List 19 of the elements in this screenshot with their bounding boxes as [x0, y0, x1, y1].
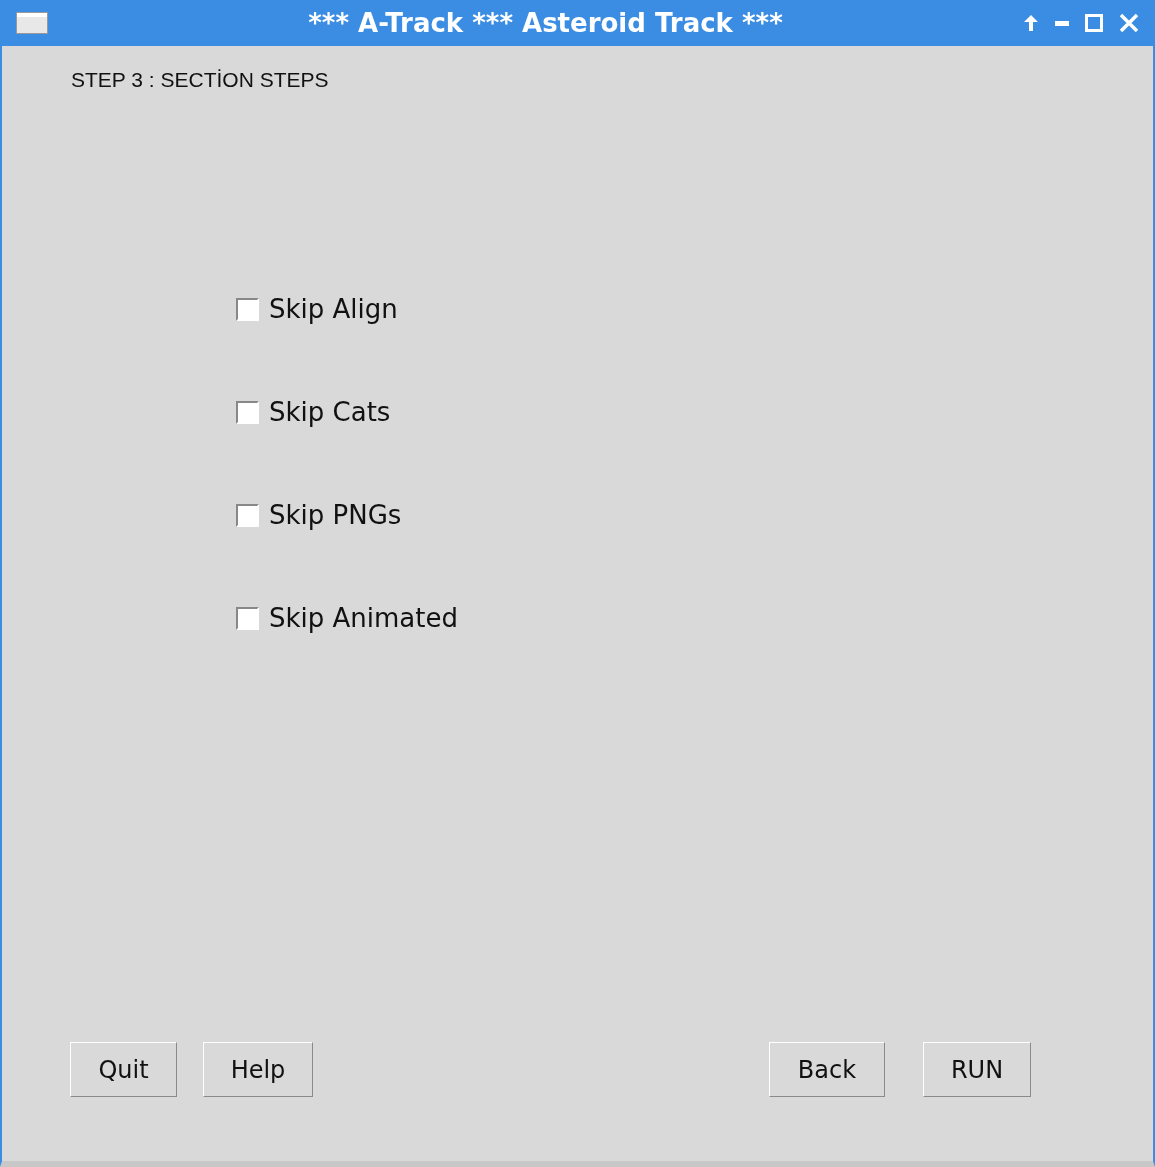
- dialog-button[interactable]: Back: [769, 1042, 885, 1097]
- checkbox[interactable]: [236, 298, 259, 321]
- dialog-button[interactable]: RUN: [923, 1042, 1031, 1097]
- checkbox[interactable]: [236, 607, 259, 630]
- checkbox[interactable]: [236, 504, 259, 527]
- window-title: *** A-Track *** Asteroid Track ***: [308, 6, 783, 40]
- checkbox[interactable]: [236, 401, 259, 424]
- minimize-icon[interactable]: [1055, 20, 1069, 26]
- checkbox-label: Skip Animated: [269, 602, 458, 635]
- checkbox-label: Skip Align: [269, 293, 398, 326]
- dialog-button[interactable]: Quit: [70, 1042, 177, 1097]
- maximize-icon[interactable]: [1085, 14, 1103, 32]
- arrow-up-icon[interactable]: [1023, 14, 1039, 32]
- checkbox-label: Skip Cats: [269, 396, 391, 429]
- checkbox-label: Skip PNGs: [269, 499, 402, 532]
- step-label: STEP 3 : SECTİON STEPS: [71, 68, 329, 91]
- window-icon[interactable]: [16, 12, 48, 34]
- dialog-button[interactable]: Help: [203, 1042, 313, 1097]
- close-icon[interactable]: [1119, 13, 1139, 33]
